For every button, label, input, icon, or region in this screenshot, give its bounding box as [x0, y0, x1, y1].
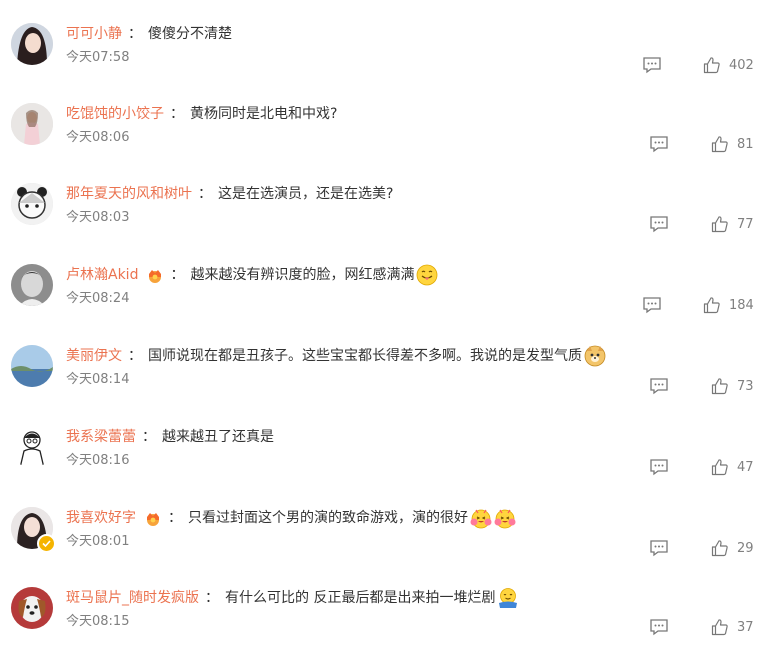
comment-text: 有什么可比的 反正最后都是出来拍一堆烂剧 — [225, 590, 496, 606]
username-link[interactable]: 吃馄饨的小饺子 — [66, 103, 164, 125]
avatar[interactable] — [11, 587, 53, 629]
like-button[interactable]: 402 — [703, 56, 754, 74]
avatar[interactable] — [11, 426, 53, 468]
avatar[interactable] — [11, 103, 53, 145]
reply-icon[interactable] — [649, 215, 669, 233]
thumbs-up-icon — [711, 136, 728, 153]
cheer-emoji-icon — [470, 509, 492, 529]
reply-icon[interactable] — [649, 539, 669, 557]
reply-icon[interactable] — [642, 56, 662, 74]
username-link[interactable]: 美丽伊文 — [66, 345, 122, 367]
reply-icon[interactable] — [649, 135, 669, 153]
crown-badge-icon — [149, 270, 162, 283]
reply-icon[interactable] — [642, 296, 662, 314]
comment-text: 这是在选演员，还是在选美? — [218, 186, 394, 202]
comment-time: 今天08:03 — [66, 210, 130, 225]
like-count: 402 — [729, 57, 754, 73]
like-count: 81 — [737, 136, 754, 152]
like-button[interactable]: 184 — [703, 296, 754, 314]
verified-badge-icon — [37, 534, 56, 553]
colon: ： — [205, 590, 219, 606]
username-link[interactable]: 可可小静 — [66, 23, 122, 45]
thumbs-up-icon — [711, 459, 728, 476]
thumbs-up-icon — [703, 297, 720, 314]
comment-time: 今天08:14 — [66, 372, 130, 387]
comment-text: 国师说现在都是丑孩子。这些宝宝都长得差不多啊。我说的是发型气质 — [148, 348, 582, 364]
colon: ： — [142, 429, 156, 445]
tongue-emoji-icon — [417, 264, 438, 286]
colon: ： — [170, 106, 184, 122]
like-button[interactable]: 73 — [711, 377, 754, 395]
comment-item: 我系梁蕾蕾 ： 越来越丑了还真是 今天08:16 47 — [0, 424, 770, 504]
comment-item: 可可小静 ： 傻傻分不清楚 今天07:58 402 — [0, 21, 770, 101]
thumbs-up-icon — [703, 57, 720, 74]
comment-item: 美丽伊文 ： 国师说现在都是丑孩子。这些宝宝都长得差不多啊。我说的是发型气质 今天0… — [0, 343, 770, 423]
thumbs-up-icon — [711, 619, 728, 636]
reply-icon[interactable] — [649, 458, 669, 476]
like-count: 73 — [737, 378, 754, 394]
like-count: 77 — [737, 216, 754, 232]
thumbs-up-icon — [711, 378, 728, 395]
avatar[interactable] — [11, 183, 53, 225]
username-link[interactable]: 那年夏天的风和树叶 — [66, 183, 192, 205]
doge-emoji-icon — [584, 345, 606, 367]
comment-time: 今天08:01 — [66, 534, 130, 549]
colon: ： — [170, 267, 185, 283]
comment-time: 今天08:06 — [66, 130, 130, 145]
comment-item: 吃馄饨的小饺子 ： 黄杨同时是北电和中戏? 今天08:06 81 — [0, 101, 770, 181]
comment-time: 今天08:24 — [66, 291, 130, 306]
hug-emoji-icon — [499, 588, 518, 608]
comment-time: 今天07:58 — [66, 50, 130, 65]
reply-icon[interactable] — [649, 377, 669, 395]
colon: ： — [168, 510, 182, 526]
username-link[interactable]: 卢林瀚Akid — [66, 264, 138, 286]
comment-time: 今天08:15 — [66, 614, 130, 629]
avatar[interactable] — [11, 345, 53, 387]
comment-item: 我喜欢好字 ： 只看过封面这个男的演的致命游戏，演的很好 今天08:01 29 — [0, 505, 770, 585]
comment-item: 卢林瀚Akid ： 越来越没有辨识度的脸，网红感满满 今天08:24 184 — [0, 262, 770, 342]
colon: ： — [198, 186, 212, 202]
comment-text: 黄杨同时是北电和中戏? — [190, 106, 338, 122]
comment-item: 斑马鼠片_随时发疯版：有什么可比的 反正最后都是出来拍一堆烂剧 今天08:15 … — [0, 585, 770, 665]
username-link[interactable]: 斑马鼠片_随时发疯版 — [66, 587, 199, 609]
comment-time: 今天08:16 — [66, 453, 130, 468]
thumbs-up-icon — [711, 216, 728, 233]
like-button[interactable]: 81 — [711, 135, 754, 153]
comment-text: 越来越丑了还真是 — [162, 429, 274, 445]
like-count: 47 — [737, 459, 754, 475]
username-link[interactable]: 我系梁蕾蕾 — [66, 426, 136, 448]
cheer-emoji-icon — [494, 509, 516, 529]
comment-text: 只看过封面这个男的演的致命游戏，演的很好 — [188, 510, 468, 526]
username-link[interactable]: 我喜欢好字 — [66, 507, 136, 529]
like-count: 37 — [737, 619, 754, 635]
avatar[interactable] — [11, 264, 53, 306]
comment-item: 那年夏天的风和树叶 ： 这是在选演员，还是在选美? 今天08:03 77 — [0, 181, 770, 261]
like-button[interactable]: 47 — [711, 458, 754, 476]
like-button[interactable]: 29 — [711, 539, 754, 557]
like-button[interactable]: 37 — [711, 618, 754, 636]
comment-text: 傻傻分不清楚 — [148, 26, 232, 42]
like-count: 184 — [729, 297, 754, 313]
comment-text: 越来越没有辨识度的脸，网红感满满 — [190, 267, 415, 283]
reply-icon[interactable] — [649, 618, 669, 636]
thumbs-up-icon — [711, 540, 728, 557]
like-button[interactable]: 77 — [711, 215, 754, 233]
colon: ： — [128, 348, 142, 364]
avatar[interactable] — [11, 23, 53, 65]
colon: ： — [128, 26, 142, 42]
crown-badge-icon — [147, 513, 159, 526]
like-count: 29 — [737, 540, 754, 556]
